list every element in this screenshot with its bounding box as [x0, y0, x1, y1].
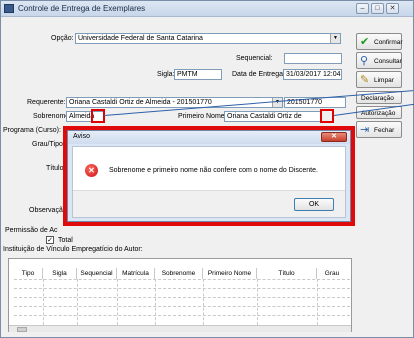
checkmark-icon: ✔	[360, 36, 370, 48]
dialog-body: ✕ Sobrenome e primeiro nome não confere …	[72, 146, 346, 218]
dialog-title-bar[interactable]: Aviso ✕	[68, 131, 350, 144]
grid-col-line	[203, 279, 204, 325]
permissao-label: Permissão de Ac	[5, 227, 58, 234]
grid-row-line	[14, 315, 350, 316]
search-icon: ⚲	[360, 55, 369, 67]
primeiro-nome-highlight	[320, 109, 334, 123]
dialog-close-button[interactable]: ✕	[321, 132, 347, 142]
error-icon: ✕	[85, 164, 98, 177]
grid-row-line	[14, 279, 350, 280]
grid-header-grau[interactable]: Grau	[317, 268, 347, 279]
broom-icon: ✎	[360, 74, 370, 86]
grid-col-line	[43, 279, 44, 325]
chevron-down-icon[interactable]: ▼	[272, 98, 282, 107]
grid-header: Tipo Sigla Sequencial Matrícula Sobrenom…	[14, 268, 350, 279]
grid-col-line	[317, 279, 318, 325]
grid-col-line	[257, 279, 258, 325]
dialog-message: Sobrenome e primeiro nome não confere co…	[109, 167, 318, 174]
window-title: Controle de Entrega de Exemplares	[18, 4, 146, 13]
grid-header-matricula[interactable]: Matrícula	[117, 268, 155, 279]
opcao-select[interactable]: Universidade Federal de Santa Catarina ▼	[75, 33, 341, 44]
grid-row-line	[14, 297, 350, 298]
warning-dialog: Aviso ✕ ✕ Sobrenome e primeiro nome não …	[67, 130, 351, 222]
sobrenome-highlight	[91, 109, 105, 123]
requerente-label: Requerente:	[27, 99, 66, 106]
opcao-value: Universidade Federal de Santa Catarina	[78, 35, 203, 42]
requerente-value: Oriana Castaldi Ortiz de Almeida - 20150…	[69, 99, 212, 106]
exit-icon: ⇥	[360, 124, 370, 136]
sigla-label: Sigla:	[157, 71, 175, 78]
title-bar[interactable]: Controle de Entrega de Exemplares – □ ✕	[1, 1, 413, 17]
grid-col-line	[155, 279, 156, 325]
fechar-button[interactable]: ⇥ Fechar	[356, 121, 402, 138]
grid-row-line	[14, 306, 350, 307]
grau-tipo-label: Grau/Tipo:	[32, 141, 65, 148]
minimize-button[interactable]: –	[356, 3, 369, 14]
sequencial-input[interactable]	[284, 53, 342, 64]
grid-horizontal-scrollbar[interactable]	[9, 325, 351, 332]
consultar-button[interactable]: ⚲ Consultar	[356, 52, 402, 69]
ok-button[interactable]: OK	[294, 198, 334, 211]
grid-header-sobrenome[interactable]: Sobrenome	[155, 268, 203, 279]
sequencial-label: Sequencial:	[236, 55, 273, 62]
dialog-title: Aviso	[73, 133, 90, 140]
primeiro-nome-input[interactable]: Oriana Castaldi Ortiz de	[224, 111, 322, 122]
app-icon	[4, 4, 14, 13]
grid-header-sequencial[interactable]: Sequencial	[77, 268, 117, 279]
data-entrega-input[interactable]: 31/03/2017 12:04	[283, 69, 342, 80]
limpar-button[interactable]: ✎ Limpar	[356, 71, 402, 88]
dialog-footer: OK	[73, 190, 345, 217]
maximize-button[interactable]: □	[371, 3, 384, 14]
programa-label: Programa (Curso):	[3, 127, 61, 134]
grid-row-line	[14, 288, 350, 289]
chevron-down-icon[interactable]: ▼	[330, 34, 340, 43]
grid-header-sigla[interactable]: Sigla	[43, 268, 77, 279]
grid-col-line	[77, 279, 78, 325]
scrollbar-thumb[interactable]	[17, 327, 27, 332]
instituicao-label: Instituição de Vínculo Empregatício do A…	[3, 246, 143, 253]
sigla-input[interactable]: PMTM	[174, 69, 222, 80]
opcao-label: Opção:	[51, 35, 74, 42]
data-entrega-label: Data de Entrega:	[232, 71, 285, 78]
grid-header-primeiro-nome[interactable]: Primeiro Nome	[203, 268, 257, 279]
close-button[interactable]: ✕	[386, 3, 399, 14]
grid-header-tipo[interactable]: Tipo	[14, 268, 43, 279]
grid-col-line	[117, 279, 118, 325]
grid-header-titulo[interactable]: Título	[257, 268, 317, 279]
primeiro-nome-label: Primeiro Nome:	[178, 113, 227, 120]
confirmar-button[interactable]: ✔ Confirmar	[356, 33, 403, 50]
total-checkbox[interactable]: ✓	[46, 236, 54, 244]
total-label: Total	[58, 237, 73, 244]
